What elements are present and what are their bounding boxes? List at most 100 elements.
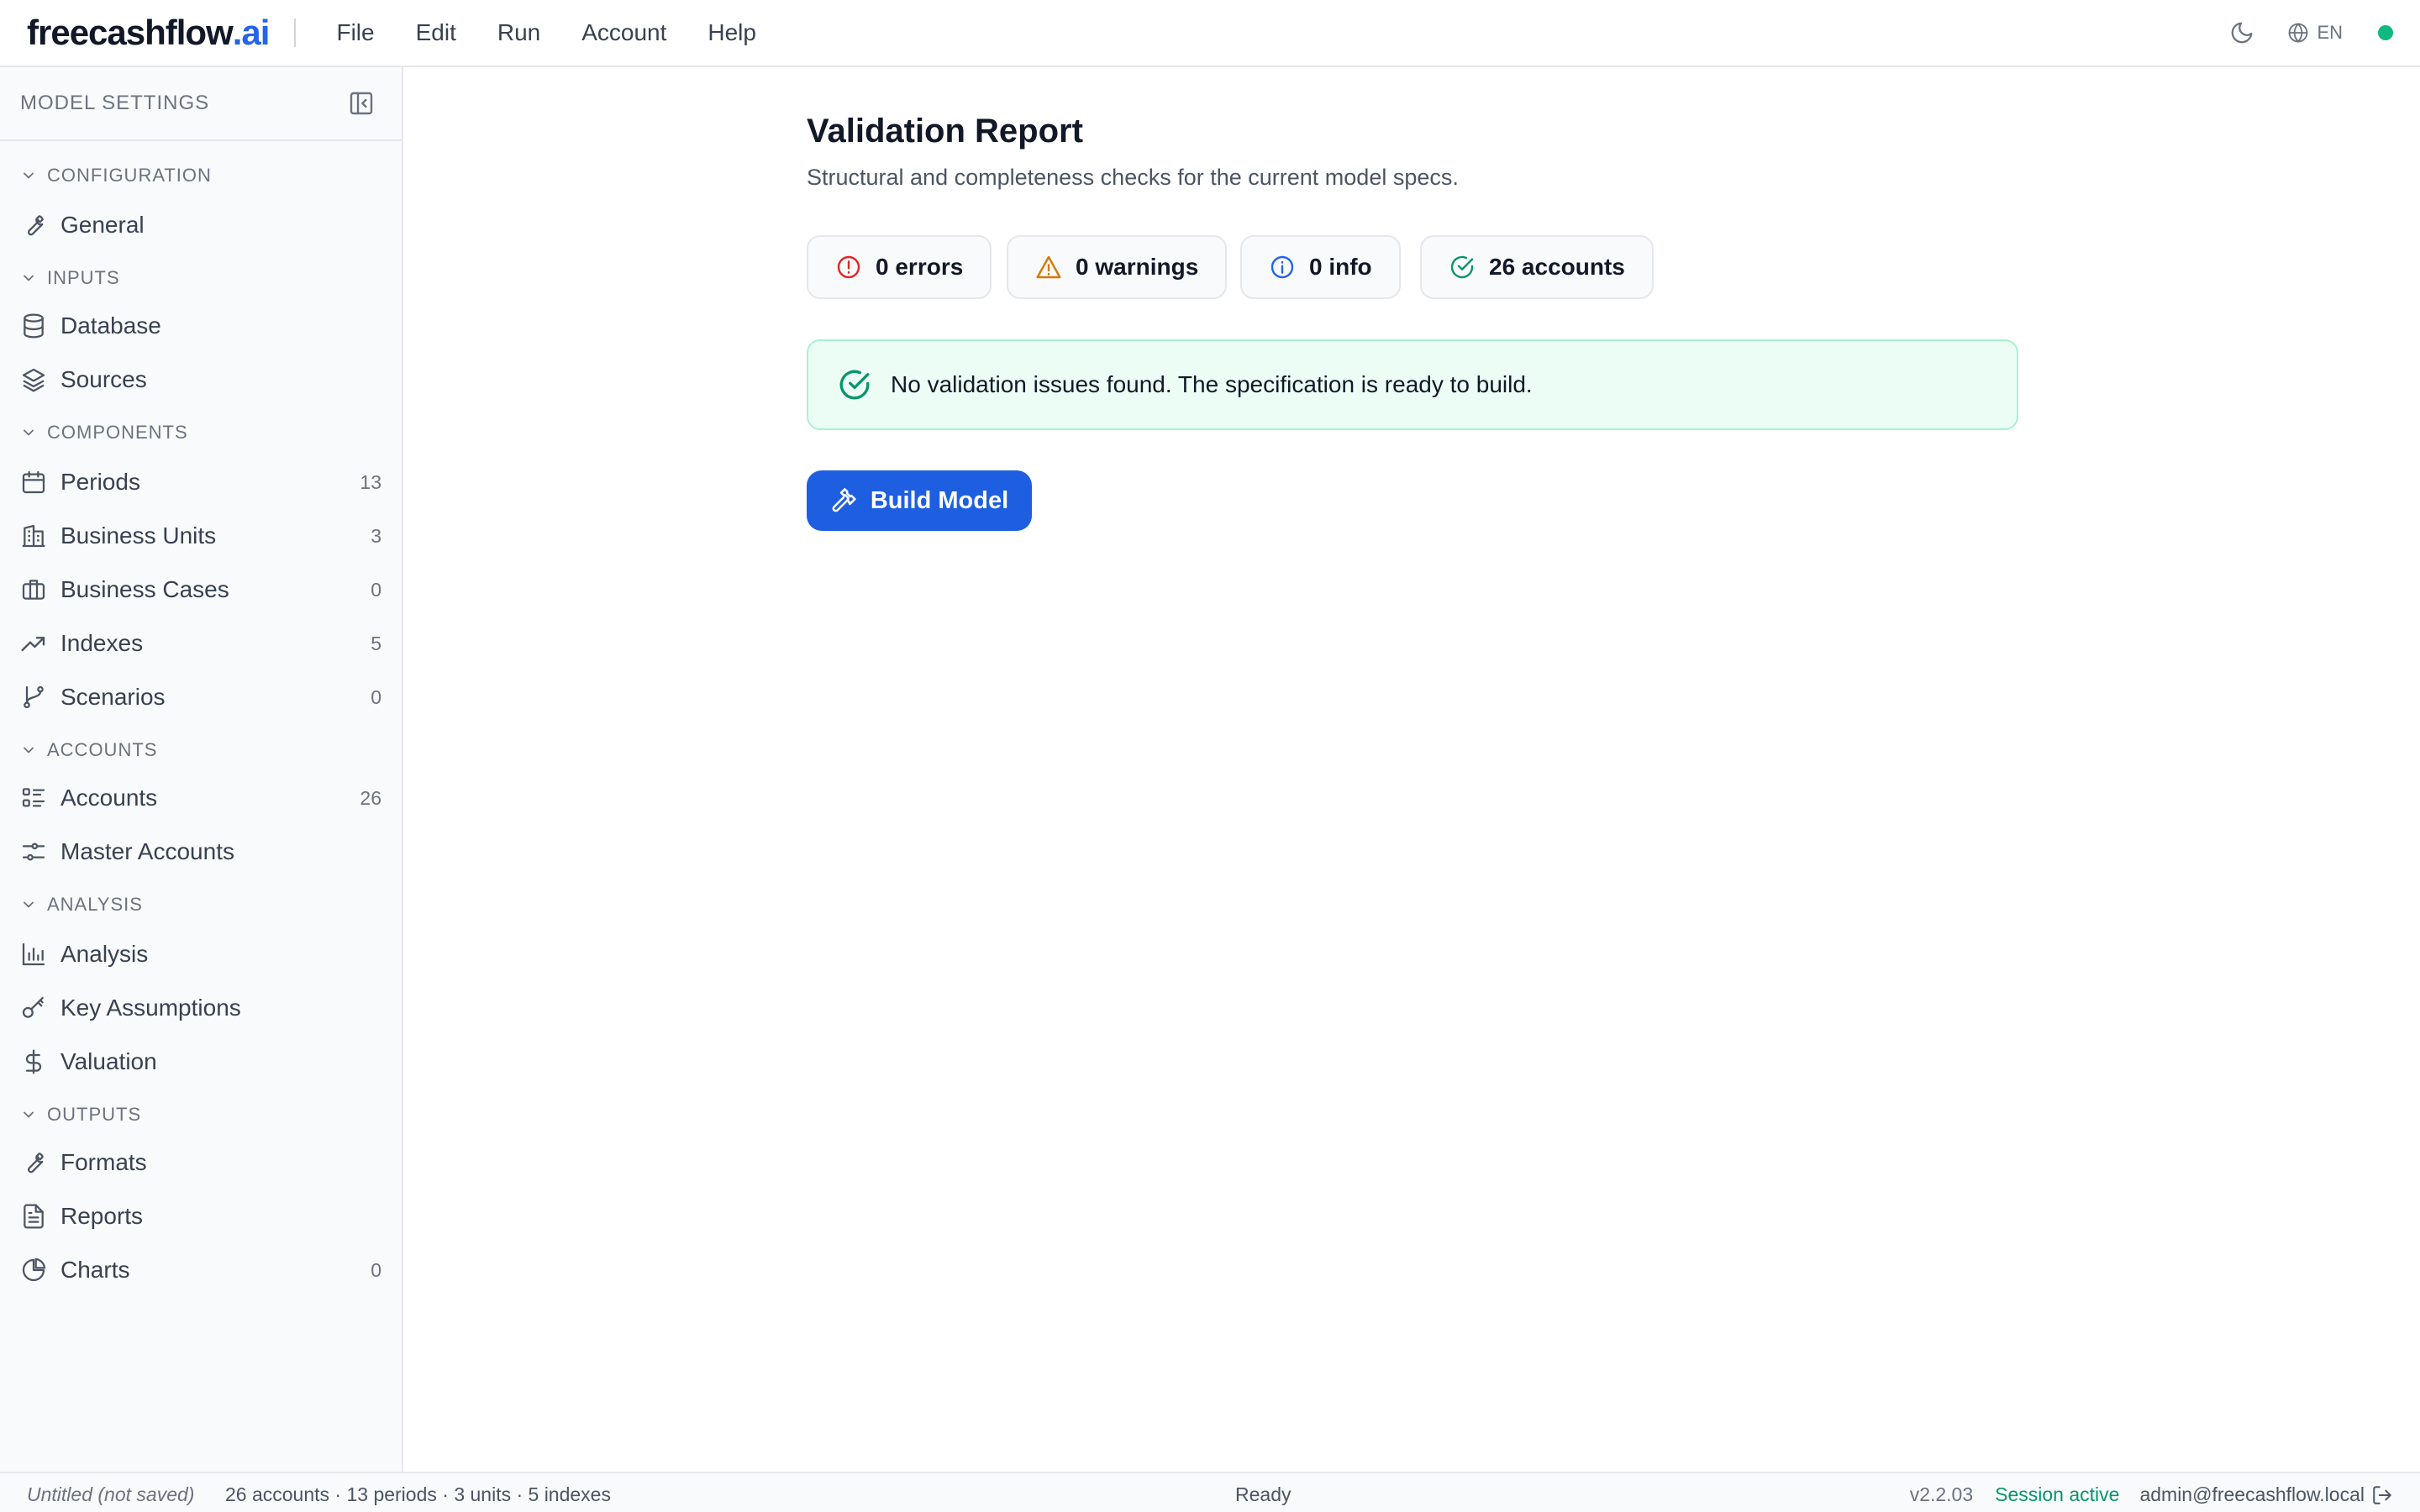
sidebar-item-sources[interactable]: Sources [0, 356, 402, 403]
sidebar-item-business-units[interactable]: Business Units 3 [0, 512, 402, 559]
chevron-down-icon [24, 275, 34, 281]
section-label: CONFIGURATION [47, 165, 212, 186]
sidebar-item-database[interactable]: Database [0, 302, 402, 349]
status-text: Ready [1235, 1483, 1292, 1505]
language-label: EN [2317, 22, 2343, 43]
sidebar-item-label: Charts [60, 1257, 130, 1283]
sidebar-item-count: 0 [371, 578, 381, 601]
briefcase-icon [22, 580, 45, 600]
sidebar-item-count: 0 [371, 1258, 381, 1281]
database-icon [24, 313, 44, 339]
sidebar-item-label: Business Cases [60, 576, 229, 602]
validation-success-banner: No validation issues found. The specific… [807, 339, 2018, 430]
section-label: ANALYSIS [47, 894, 143, 915]
sidebar-item-key-assumptions[interactable]: Key Assumptions [0, 984, 402, 1032]
model-stats: 26 accounts · 13 periods · 3 units · 5 i… [225, 1483, 611, 1505]
section-configuration[interactable]: CONFIGURATION [20, 165, 212, 186]
section-analysis[interactable]: ANALYSIS [20, 894, 143, 916]
section-components[interactable]: COMPONENTS [20, 422, 188, 444]
sidebar-item-label: Valuation [60, 1048, 157, 1074]
sidebar-item-count: 0 [371, 685, 381, 708]
build-model-button[interactable]: Build Model [807, 470, 1032, 531]
chevron-down-icon [24, 172, 34, 179]
building-icon [22, 524, 45, 548]
logout-icon[interactable] [2371, 1484, 2393, 1506]
sidebar-item-label: Analysis [60, 941, 149, 967]
alert-circle-icon [837, 255, 860, 279]
app-logo[interactable]: freecashflow .ai [27, 13, 270, 53]
sidebar-item-label: Indexes [60, 630, 144, 656]
page-subtitle: Structural and completeness checks for t… [807, 165, 1459, 190]
build-model-label: Build Model [870, 486, 1009, 514]
sidebar-item-scenarios[interactable]: Scenarios 0 [0, 674, 402, 721]
sidebar-item-label: Key Assumptions [60, 995, 241, 1021]
check-circle-icon [839, 370, 870, 400]
chevron-down-icon [24, 901, 34, 908]
top-bar: freecashflow .ai File Edit Run Account He… [0, 0, 2420, 67]
main-content: Validation Report Structural and complet… [405, 69, 2420, 1472]
section-outputs[interactable]: OUTPUTS [20, 1104, 141, 1126]
sidebar-item-label: Reports [60, 1203, 144, 1229]
menu-run[interactable]: Run [497, 19, 540, 46]
sliders-icon [22, 843, 45, 861]
status-bar: Untitled (not saved) 26 accounts · 13 pe… [0, 1472, 2420, 1512]
trending-up-icon [21, 637, 45, 652]
sidebar-item-indexes[interactable]: Indexes 5 [0, 620, 402, 667]
accounts-count: 26 accounts [1489, 254, 1625, 280]
wrench-icon [27, 215, 44, 236]
section-label: INPUTS [47, 267, 120, 288]
file-text-icon [24, 1204, 44, 1229]
sidebar-collapse-icon[interactable] [348, 90, 375, 117]
sidebar-item-count: 26 [360, 786, 381, 809]
pie-chart-icon [22, 1257, 46, 1282]
sidebar-header: MODEL SETTINGS [0, 67, 402, 141]
sidebar-item-general[interactable]: General [0, 202, 402, 249]
sidebar-item-label: Formats [60, 1149, 147, 1175]
sidebar-item-label: Business Units [60, 522, 217, 549]
wrench-icon [27, 1152, 44, 1173]
section-label: OUTPUTS [47, 1104, 142, 1125]
sidebar-item-label: Database [60, 312, 161, 339]
section-inputs[interactable]: INPUTS [20, 267, 120, 289]
logo-divider [294, 18, 297, 47]
menu-help[interactable]: Help [708, 19, 756, 46]
git-branch-icon [24, 685, 44, 709]
globe-icon [2289, 23, 2308, 43]
moon-icon[interactable] [2229, 20, 2254, 45]
menu-file[interactable]: File [336, 19, 374, 46]
chevron-down-icon [24, 1111, 34, 1118]
info-summary-chip: 0 info [1240, 235, 1401, 299]
sidebar-item-charts[interactable]: Charts 0 [0, 1247, 402, 1294]
sidebar-title: MODEL SETTINGS [20, 92, 210, 114]
validation-success-message: No validation issues found. The specific… [891, 371, 1533, 397]
sidebar-item-accounts[interactable]: Accounts 26 [0, 774, 402, 822]
sidebar-item-valuation[interactable]: Valuation [0, 1038, 402, 1085]
connection-status-dot [2378, 25, 2393, 40]
sidebar-item-count: 5 [371, 632, 381, 654]
info-count: 0 info [1309, 254, 1372, 280]
language-switcher[interactable]: EN [2286, 21, 2343, 45]
info-icon [1270, 255, 1294, 279]
user-email[interactable]: admin@freecashflow.local [2139, 1483, 2365, 1506]
errors-count: 0 errors [876, 254, 964, 280]
check-circle-icon [1450, 255, 1474, 279]
section-accounts[interactable]: ACCOUNTS [20, 739, 157, 761]
sidebar-item-periods[interactable]: Periods 13 [0, 459, 402, 506]
sidebar-item-reports[interactable]: Reports [0, 1193, 402, 1240]
version-label: v2.2.03 [1909, 1483, 1974, 1505]
accounts-summary-chip: 26 accounts [1420, 235, 1654, 299]
section-label: COMPONENTS [47, 422, 188, 443]
list-icon [22, 788, 45, 807]
sidebar-item-label: Master Accounts [60, 838, 234, 864]
sidebar-item-formats[interactable]: Formats [0, 1139, 402, 1186]
sidebar-item-analysis[interactable]: Analysis [0, 931, 402, 978]
sidebar-item-business-cases[interactable]: Business Cases 0 [0, 566, 402, 613]
layers-icon [22, 368, 45, 392]
session-status: Session active [1995, 1483, 2120, 1505]
sidebar-item-master-accounts[interactable]: Master Accounts [0, 828, 402, 875]
menu-edit[interactable]: Edit [416, 19, 456, 46]
hammer-icon [832, 488, 856, 512]
menu-account[interactable]: Account [581, 19, 666, 46]
sidebar-item-label: General [60, 212, 145, 238]
bar-chart-icon [22, 942, 45, 966]
